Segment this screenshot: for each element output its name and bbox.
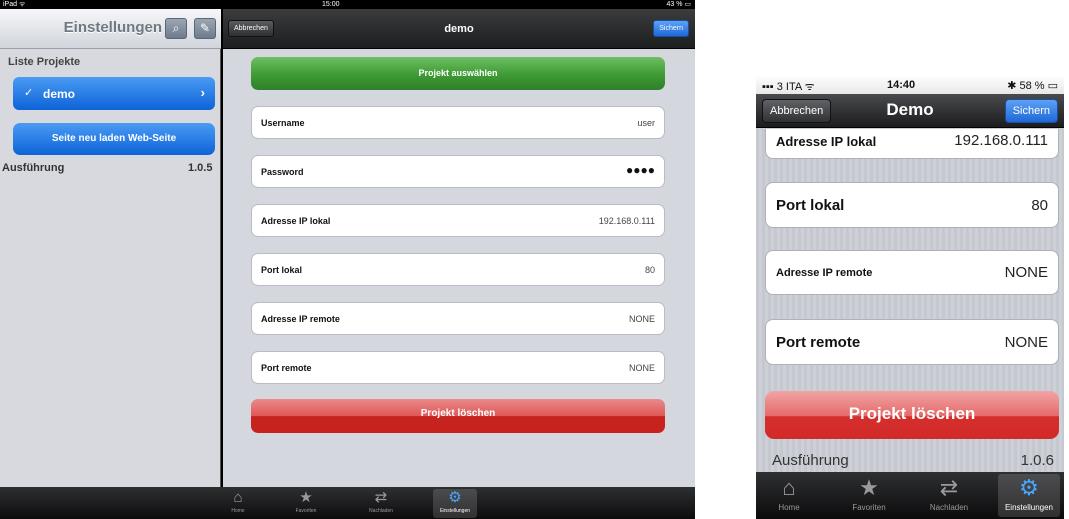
port-local-field[interactable]: Port lokal 80 [251,253,665,286]
field-value: NONE [628,314,655,324]
home-icon: ⌂ [782,475,796,500]
version-label: Ausführung [2,162,65,174]
tab-label: Einstellungen [1004,503,1054,512]
tab-label: Home [778,503,800,512]
version-value: 1.0.6 [1020,452,1054,469]
ipad-status-bar: iPad ᯤ 15:00 43 % ▭ [0,0,695,9]
delete-project-button[interactable]: Projekt löschen [251,399,665,433]
tab-nachladen[interactable]: ⇄ Nachladen [359,489,403,518]
iphone-carrier: ▪▪▪ 3 ITA ᯤ [762,81,815,93]
cancel-button[interactable]: Abbrechen [228,20,274,37]
version-label: Ausführung [772,452,849,469]
field-label: Port remote [261,363,312,373]
detail-nav-bar: Abbrechen demo Sichern [223,9,695,49]
ip-local-field[interactable]: Adresse IP lokal 192.168.0.111 [765,129,1059,159]
projects-section-header: Liste Projekte [8,56,81,68]
tab-label: Home [231,508,245,514]
chevron-right-icon: › [200,85,205,100]
ipad-tab-bar: ⌂ Home ★ Favoriten ⇄ Nachladen ⚙ Einstel… [0,487,695,519]
field-value: 80 [1031,197,1048,214]
field-value: user [637,118,655,128]
field-label: Adresse IP remote [261,314,340,324]
reload-icon: ⇄ [374,489,388,506]
ipad-clock: 15:00 [322,1,340,8]
master-pane: Einstellungen ⌕ ✎ Liste Projekte ✓ demo … [0,9,221,487]
home-icon: ⌂ [233,489,243,506]
reload-website-button[interactable]: Seite neu laden Web-Seite [13,123,215,155]
ip-remote-field[interactable]: Adresse IP remote NONE [251,302,665,335]
field-value: 192.168.0.111 [954,132,1048,149]
port-remote-field[interactable]: Port remote NONE [251,351,665,384]
tab-home[interactable]: ⌂ Home [760,474,818,517]
field-value: ●●●● [626,163,655,177]
port-remote-field[interactable]: Port remote NONE [765,319,1059,365]
iphone-tab-bar: ⌂ Home ★ Favoriten ⇄ Nachladen ⚙ Einstel… [756,472,1064,519]
field-label: Password [261,167,304,177]
password-field[interactable]: Password ●●●● [251,155,665,188]
iphone-screenshot: ▪▪▪ 3 ITA ᯤ 14:40 ✱ 58 % ▭ Abbrechen Dem… [756,76,1064,519]
tab-favoriten[interactable]: ★ Favoriten [284,489,328,518]
gear-icon: ⚙ [1019,475,1039,500]
master-nav-bar: Einstellungen ⌕ ✎ [0,9,221,49]
select-project-button[interactable]: Projekt auswählen [251,57,665,90]
save-button[interactable]: Sichern [1004,99,1058,123]
ipad-battery: 43 % ▭ [666,1,691,8]
detail-title: demo [444,23,474,35]
tab-favoriten[interactable]: ★ Favoriten [840,474,898,517]
field-label: Adresse IP lokal [261,216,331,226]
cancel-button[interactable]: Abbrechen [762,99,832,123]
field-value: NONE [1004,264,1048,281]
tab-nachladen[interactable]: ⇄ Nachladen [920,474,978,517]
star-icon: ★ [859,475,879,500]
iphone-content: Adresse IP lokal 192.168.0.111 Port loka… [756,129,1064,472]
tab-label: Favoriten [295,508,317,514]
iphone-title: Demo [886,100,934,119]
project-name: demo [43,87,76,101]
search-button[interactable]: ⌕ [165,18,187,39]
field-value: NONE [628,363,655,373]
detail-pane: Abbrechen demo Sichern Projekt auswählen… [223,9,695,487]
version-value: 1.0.5 [188,162,213,174]
save-button[interactable]: Sichern [653,20,689,37]
master-title: Einstellungen [63,19,162,36]
ipad-screenshot: iPad ᯤ 15:00 43 % ▭ Einstellungen ⌕ ✎ Li… [0,0,695,519]
tab-home[interactable]: ⌂ Home [216,489,260,518]
iphone-clock: 14:40 [887,79,916,91]
field-label: Port lokal [776,197,845,214]
username-field[interactable]: Username user [251,106,665,139]
reload-icon: ⇄ [939,475,959,500]
iphone-status-bar: ▪▪▪ 3 ITA ᯤ 14:40 ✱ 58 % ▭ [756,76,1064,94]
field-value: 192.168.0.111 [598,216,655,226]
port-local-field[interactable]: Port lokal 80 [765,182,1059,228]
tab-label: Nachladen [929,503,969,512]
iphone-nav-bar: Abbrechen Demo Sichern [756,94,1064,128]
field-label: Port remote [776,334,861,351]
ipad-carrier: iPad ᯤ [3,1,26,8]
search-icon: ⌕ [172,21,180,35]
field-label: Adresse IP remote [776,267,873,279]
tab-einstellungen[interactable]: ⚙ Einstellungen [998,474,1060,517]
field-label: Adresse IP lokal [776,134,877,149]
ip-local-field[interactable]: Adresse IP lokal 192.168.0.111 [251,204,665,237]
checkmark-icon: ✓ [24,87,34,99]
field-label: Port lokal [261,265,303,275]
field-label: Username [261,118,305,128]
compose-button[interactable]: ✎ [194,18,216,39]
tab-label: Nachladen [369,508,393,514]
iphone-battery: ✱ 58 % ▭ [1007,80,1058,92]
star-icon: ★ [299,489,313,506]
gear-icon: ⚙ [448,489,462,506]
tab-label: Einstellungen [439,508,471,514]
project-item-demo[interactable]: ✓ demo › [13,77,215,110]
ip-remote-field[interactable]: Adresse IP remote NONE [765,250,1059,295]
compose-icon: ✎ [199,21,211,35]
field-value: NONE [1004,334,1048,351]
tab-label: Favoriten [852,503,886,512]
field-value: 80 [644,265,655,275]
delete-project-button[interactable]: Projekt löschen [765,391,1059,439]
tab-einstellungen[interactable]: ⚙ Einstellungen [433,489,477,518]
